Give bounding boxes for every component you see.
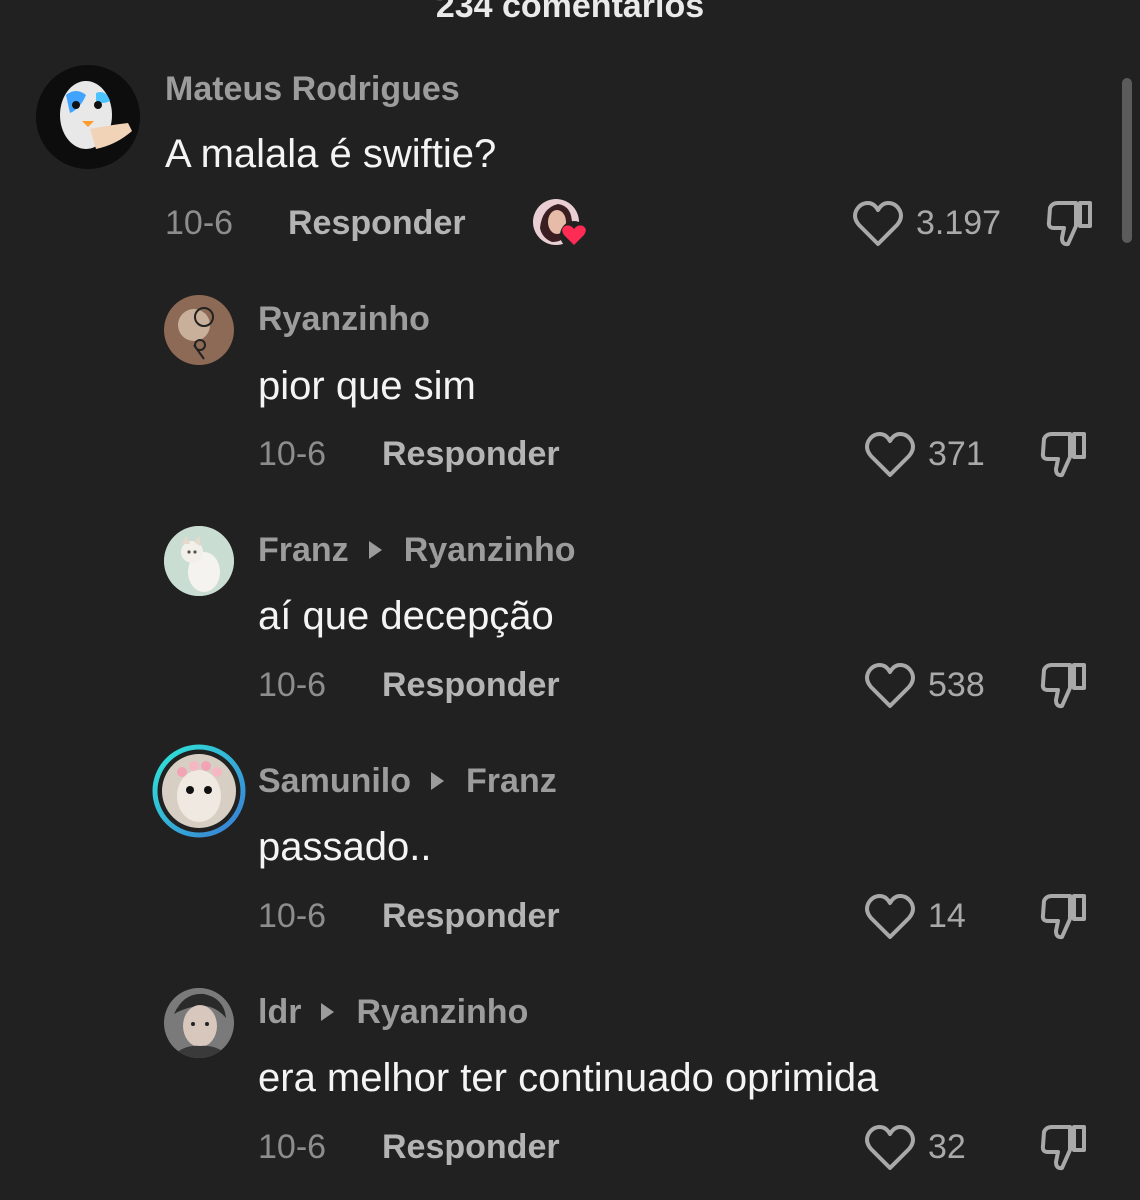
comment-username[interactable]: Mateus Rodrigues <box>165 69 460 109</box>
comment-username[interactable]: Samunilo Franz <box>258 761 557 801</box>
reply-to-username[interactable]: Franz <box>466 761 557 801</box>
heart-outline-icon[interactable] <box>864 1124 916 1172</box>
username-text[interactable]: Mateus Rodrigues <box>165 69 460 109</box>
comment-date: 10-6 <box>258 666 327 704</box>
reply-button[interactable]: Responder <box>382 434 560 474</box>
story-ring-avatar[interactable] <box>152 744 246 838</box>
comment-date: 10-6 <box>258 1128 327 1166</box>
username-text[interactable]: Franz <box>258 530 349 570</box>
thumbs-down-icon[interactable] <box>1038 660 1090 712</box>
comment-text: aí que decepção <box>258 594 554 638</box>
comments-count-title: 234 comentários <box>435 0 705 25</box>
comment-date: 10-6 <box>258 435 327 473</box>
comment-username[interactable]: Ryanzinho <box>258 299 430 339</box>
comment-text: A malala é swiftie? <box>165 132 497 176</box>
reply-button[interactable]: Responder <box>382 1127 560 1167</box>
thumbs-down-icon[interactable] <box>1038 1122 1090 1174</box>
reply-button[interactable]: Responder <box>382 896 560 936</box>
thumbs-down-icon[interactable] <box>1038 429 1090 481</box>
like-count: 32 <box>928 1128 966 1166</box>
heart-outline-icon[interactable] <box>864 431 916 479</box>
username-text[interactable]: ldr <box>258 992 301 1032</box>
like-count: 3.197 <box>916 204 1002 242</box>
triangle-right-icon <box>431 772 445 790</box>
scrollbar[interactable] <box>1122 78 1132 243</box>
avatar[interactable] <box>36 65 140 169</box>
reply-to-username[interactable]: Ryanzinho <box>356 992 528 1032</box>
reply-to-username[interactable]: Ryanzinho <box>404 530 576 570</box>
reply-button[interactable]: Responder <box>382 665 560 705</box>
comment-username[interactable]: ldr Ryanzinho <box>258 992 528 1032</box>
like-count: 14 <box>928 897 966 935</box>
comment-date: 10-6 <box>258 897 327 935</box>
comments-panel: 234 comentários Mateus Rodrigues A malal… <box>0 0 1140 1200</box>
heart-badge-icon <box>560 221 588 249</box>
heart-outline-icon[interactable] <box>864 893 916 941</box>
username-text[interactable]: Ryanzinho <box>258 299 430 339</box>
heart-outline-icon[interactable] <box>852 200 904 248</box>
reply-button[interactable]: Responder <box>288 203 466 243</box>
avatar[interactable] <box>164 295 234 365</box>
thumbs-down-icon[interactable] <box>1044 198 1096 250</box>
heart-outline-icon[interactable] <box>864 662 916 710</box>
thumbs-down-icon[interactable] <box>1038 891 1090 943</box>
comment-text: pior que sim <box>258 364 476 408</box>
like-count: 538 <box>928 666 985 704</box>
comment-text: passado.. <box>258 825 432 869</box>
avatar[interactable] <box>164 988 234 1058</box>
triangle-right-icon <box>368 541 382 559</box>
triangle-right-icon <box>321 1003 335 1021</box>
comment-date: 10-6 <box>165 204 234 242</box>
avatar[interactable] <box>164 526 234 596</box>
comment-username[interactable]: Franz Ryanzinho <box>258 530 576 570</box>
creator-liked-badge <box>532 198 592 250</box>
like-count: 371 <box>928 435 985 473</box>
username-text[interactable]: Samunilo <box>258 761 411 801</box>
comment-text: era melhor ter continuado oprimida <box>258 1056 879 1100</box>
